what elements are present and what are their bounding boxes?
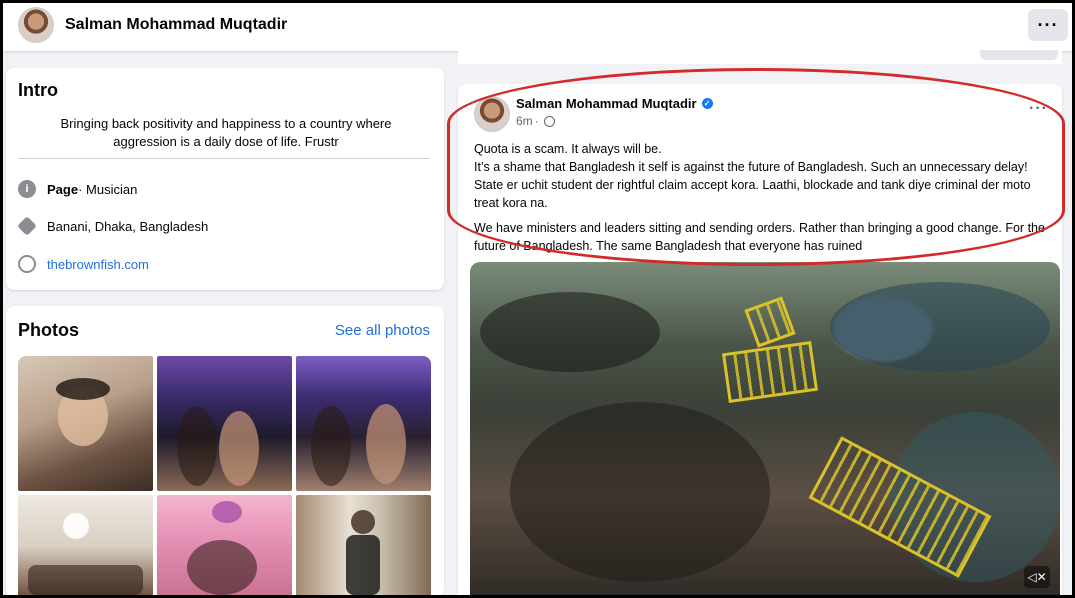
post-video[interactable]: ◁✕: [470, 262, 1060, 598]
profile-header-bar: Salman Mohammad Muqtadir ···: [3, 3, 1072, 51]
intro-card: Intro Bringing back positivity and happi…: [6, 68, 444, 290]
info-icon: i: [18, 180, 36, 198]
post-author-avatar[interactable]: [474, 96, 510, 132]
intro-website-row: thebrownfish.com: [18, 253, 149, 275]
photo-thumbnail[interactable]: [157, 356, 292, 491]
post-paragraph: It’s a shame that Bangladesh it self is …: [474, 160, 1031, 210]
intro-page-row: i Page · Musician: [18, 178, 137, 200]
photo-thumbnail[interactable]: [296, 356, 431, 491]
photo-thumbnail[interactable]: [18, 495, 153, 598]
location-text: Banani, Dhaka, Bangladesh: [47, 218, 209, 234]
see-all-photos-link[interactable]: See all photos: [335, 322, 430, 339]
intro-location-row: Banani, Dhaka, Bangladesh: [17, 215, 209, 237]
post-paragraph: We have ministers and leaders sitting an…: [474, 221, 1045, 253]
photo-thumbnail[interactable]: [157, 495, 292, 598]
globe-icon: [543, 115, 555, 127]
profile-name[interactable]: Salman Mohammad Muqtadir: [65, 16, 287, 34]
post-author-name[interactable]: Salman Mohammad Muqtadir: [516, 96, 697, 111]
page-category: · Musician: [78, 181, 138, 197]
mute-icon[interactable]: ◁✕: [1024, 566, 1050, 588]
photos-title: Photos: [18, 320, 79, 340]
post-more-options-button[interactable]: ···: [1029, 100, 1048, 118]
verified-badge-icon: ✓: [701, 98, 713, 109]
location-icon: [17, 216, 37, 236]
photo-thumbnail[interactable]: [18, 356, 153, 491]
post-timestamp[interactable]: 6m: [516, 114, 533, 128]
previous-post-edge: [458, 50, 1062, 64]
post-paragraph: Quota is a scam. It always will be.: [474, 142, 662, 156]
photo-thumbnail[interactable]: [296, 495, 431, 598]
photos-card: Photos See all photos: [6, 306, 444, 598]
post-meta: 6m ·: [516, 114, 555, 128]
post-author: Salman Mohammad Muqtadir ✓: [516, 96, 713, 111]
globe-icon: [18, 255, 36, 273]
post-body: Quota is a scam. It always will be. It’s…: [474, 140, 1058, 262]
website-link[interactable]: thebrownfish.com: [47, 257, 149, 272]
page-label: Page: [47, 181, 79, 197]
intro-divider: [18, 158, 430, 159]
intro-title: Intro: [18, 80, 58, 100]
feed-post: Salman Mohammad Muqtadir ✓ 6m · ··· Quot…: [458, 84, 1062, 598]
more-options-button[interactable]: ···: [1028, 9, 1068, 41]
intro-bio: Bringing back positivity and happiness t…: [60, 116, 392, 149]
profile-avatar[interactable]: [18, 7, 54, 43]
